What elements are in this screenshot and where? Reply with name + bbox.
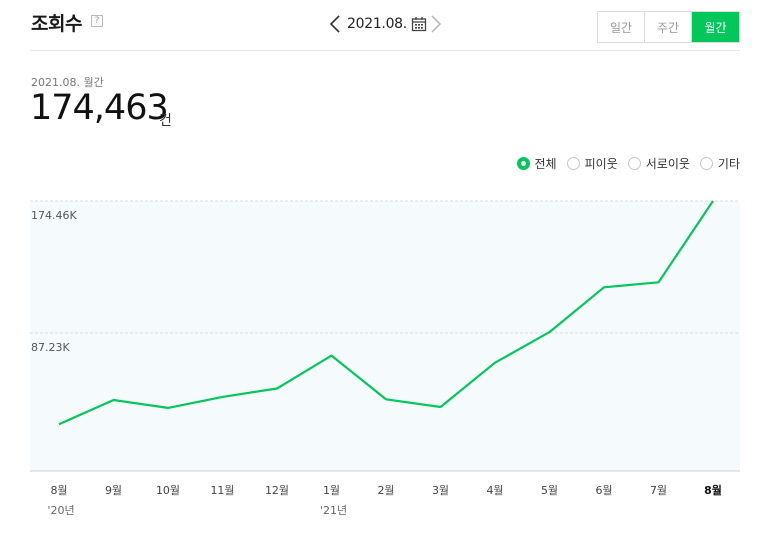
x-tick-label: 5월 [541,484,558,497]
chevron-left-icon [329,15,340,33]
header-divider [30,50,740,51]
next-period-button[interactable] [427,12,445,36]
year-label: '21년 [320,504,347,517]
x-tick-label: 12월 [265,484,289,497]
legend-label: 피이웃 [584,157,618,171]
views-line-chart: 87.23K 174.46K 8월 9월 10월 11월 12월 1월 2월 3월 4월 5월 6월 7월… [30,200,740,517]
x-tick-label: 6월 [595,484,612,497]
x-tick-label: 1월 [323,484,340,497]
x-tick-label: 8월 [50,484,67,497]
radio-icon [566,157,580,170]
y-tick-label: 174.46K [31,209,77,222]
x-tick-label: 4월 [486,484,503,497]
radio-icon [627,157,641,170]
legend-label: 기타 [717,157,740,171]
year-label: '20년 [47,504,74,517]
date-navigator: 2021.08. [326,10,445,38]
x-tick-label: 9월 [105,484,122,497]
period-tabs: 일간 주간 월간 [597,11,740,43]
legend-item-neighbor[interactable]: 피이웃 [566,155,618,172]
legend-item-all[interactable]: 전체 [516,155,557,172]
header: 조회수 ? 2021.08. 일간 주간 월간 [0,0,768,50]
x-tick-label: 10월 [156,484,180,497]
legend: 전체 피이웃 서로이웃 기타 [507,155,740,172]
x-tick-label: 11월 [210,484,234,497]
x-tick-label: 3월 [432,484,449,497]
calendar-icon[interactable] [411,16,427,32]
legend-item-mutual[interactable]: 서로이웃 [627,155,690,172]
summary-value: 174,463 [30,88,169,128]
y-tick-label: 87.23K [31,341,70,354]
radio-icon [699,157,713,170]
prev-period-button[interactable] [326,12,344,36]
summary-unit: 건 [159,113,172,129]
help-icon[interactable]: ? [91,15,103,27]
current-date-label: 2021.08. [347,16,407,32]
x-tick-label: 8월 [704,483,722,497]
x-tick-label: 2월 [377,484,394,497]
legend-label: 서로이웃 [645,157,690,171]
tab-monthly[interactable]: 월간 [692,12,739,42]
chevron-right-icon [431,15,442,33]
tab-daily[interactable]: 일간 [598,12,645,42]
radio-checked-icon [516,157,530,170]
tab-weekly[interactable]: 주간 [645,12,692,42]
x-tick-label: 7월 [650,484,667,497]
page-title: 조회수 [31,13,82,35]
plot-area [30,201,740,471]
legend-item-other[interactable]: 기타 [699,155,740,172]
legend-label: 전체 [534,157,557,171]
